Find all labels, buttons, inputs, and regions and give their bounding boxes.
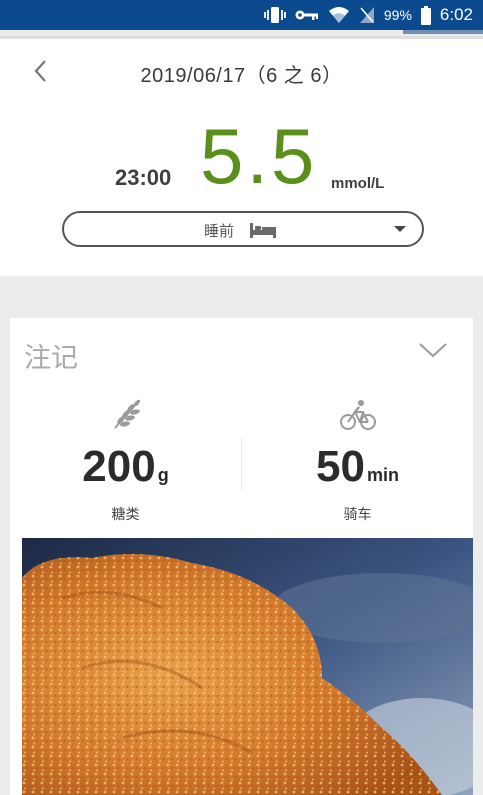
status-bar: 99% 6:02	[0, 0, 483, 30]
glucose-unit: mmol/L	[331, 175, 385, 192]
no-sim-icon	[359, 6, 375, 24]
glucose-value: 5.5	[200, 112, 318, 200]
exercise-value: 50	[316, 442, 365, 491]
meal-period-select[interactable]: 睡前	[62, 211, 424, 247]
carbs-unit: g	[157, 465, 169, 485]
carbs-label: 糖类	[111, 507, 140, 523]
carbs-value: 200	[82, 442, 156, 491]
meal-period-label: 睡前	[204, 222, 235, 240]
chevron-down-icon	[394, 226, 406, 232]
battery-icon	[420, 5, 431, 25]
reading-panel: 2019/06/17（6 之 6） 23:00 5.5 mmol/L 睡前	[0, 36, 483, 276]
bed-icon	[249, 221, 277, 243]
status-clock: 6:02	[439, 5, 473, 24]
exercise-unit: min	[366, 465, 399, 485]
key-icon	[295, 8, 319, 22]
notes-card: 注记 200 g 糖类 50 min 骑车	[10, 318, 473, 795]
carbs-stat: 200 g 糖类	[10, 398, 241, 524]
status-underline	[403, 30, 483, 34]
exercise-stat: 50 min 骑车	[242, 398, 473, 524]
battery-percent: 99%	[383, 7, 412, 23]
bicycle-icon	[242, 398, 473, 432]
notes-title: 注记	[24, 343, 78, 374]
page-title: 2019/06/17（6 之 6）	[140, 65, 343, 87]
exercise-label: 骑车	[343, 507, 372, 523]
fried-chicken-photo[interactable]	[22, 538, 473, 795]
wheat-icon	[10, 398, 241, 432]
status-icons: 99% 6:02	[263, 0, 473, 30]
collapse-chevron-icon[interactable]	[418, 341, 448, 363]
reading-time: 23:00	[115, 165, 172, 190]
vibrate-icon	[263, 6, 286, 24]
wifi-icon	[328, 6, 350, 24]
